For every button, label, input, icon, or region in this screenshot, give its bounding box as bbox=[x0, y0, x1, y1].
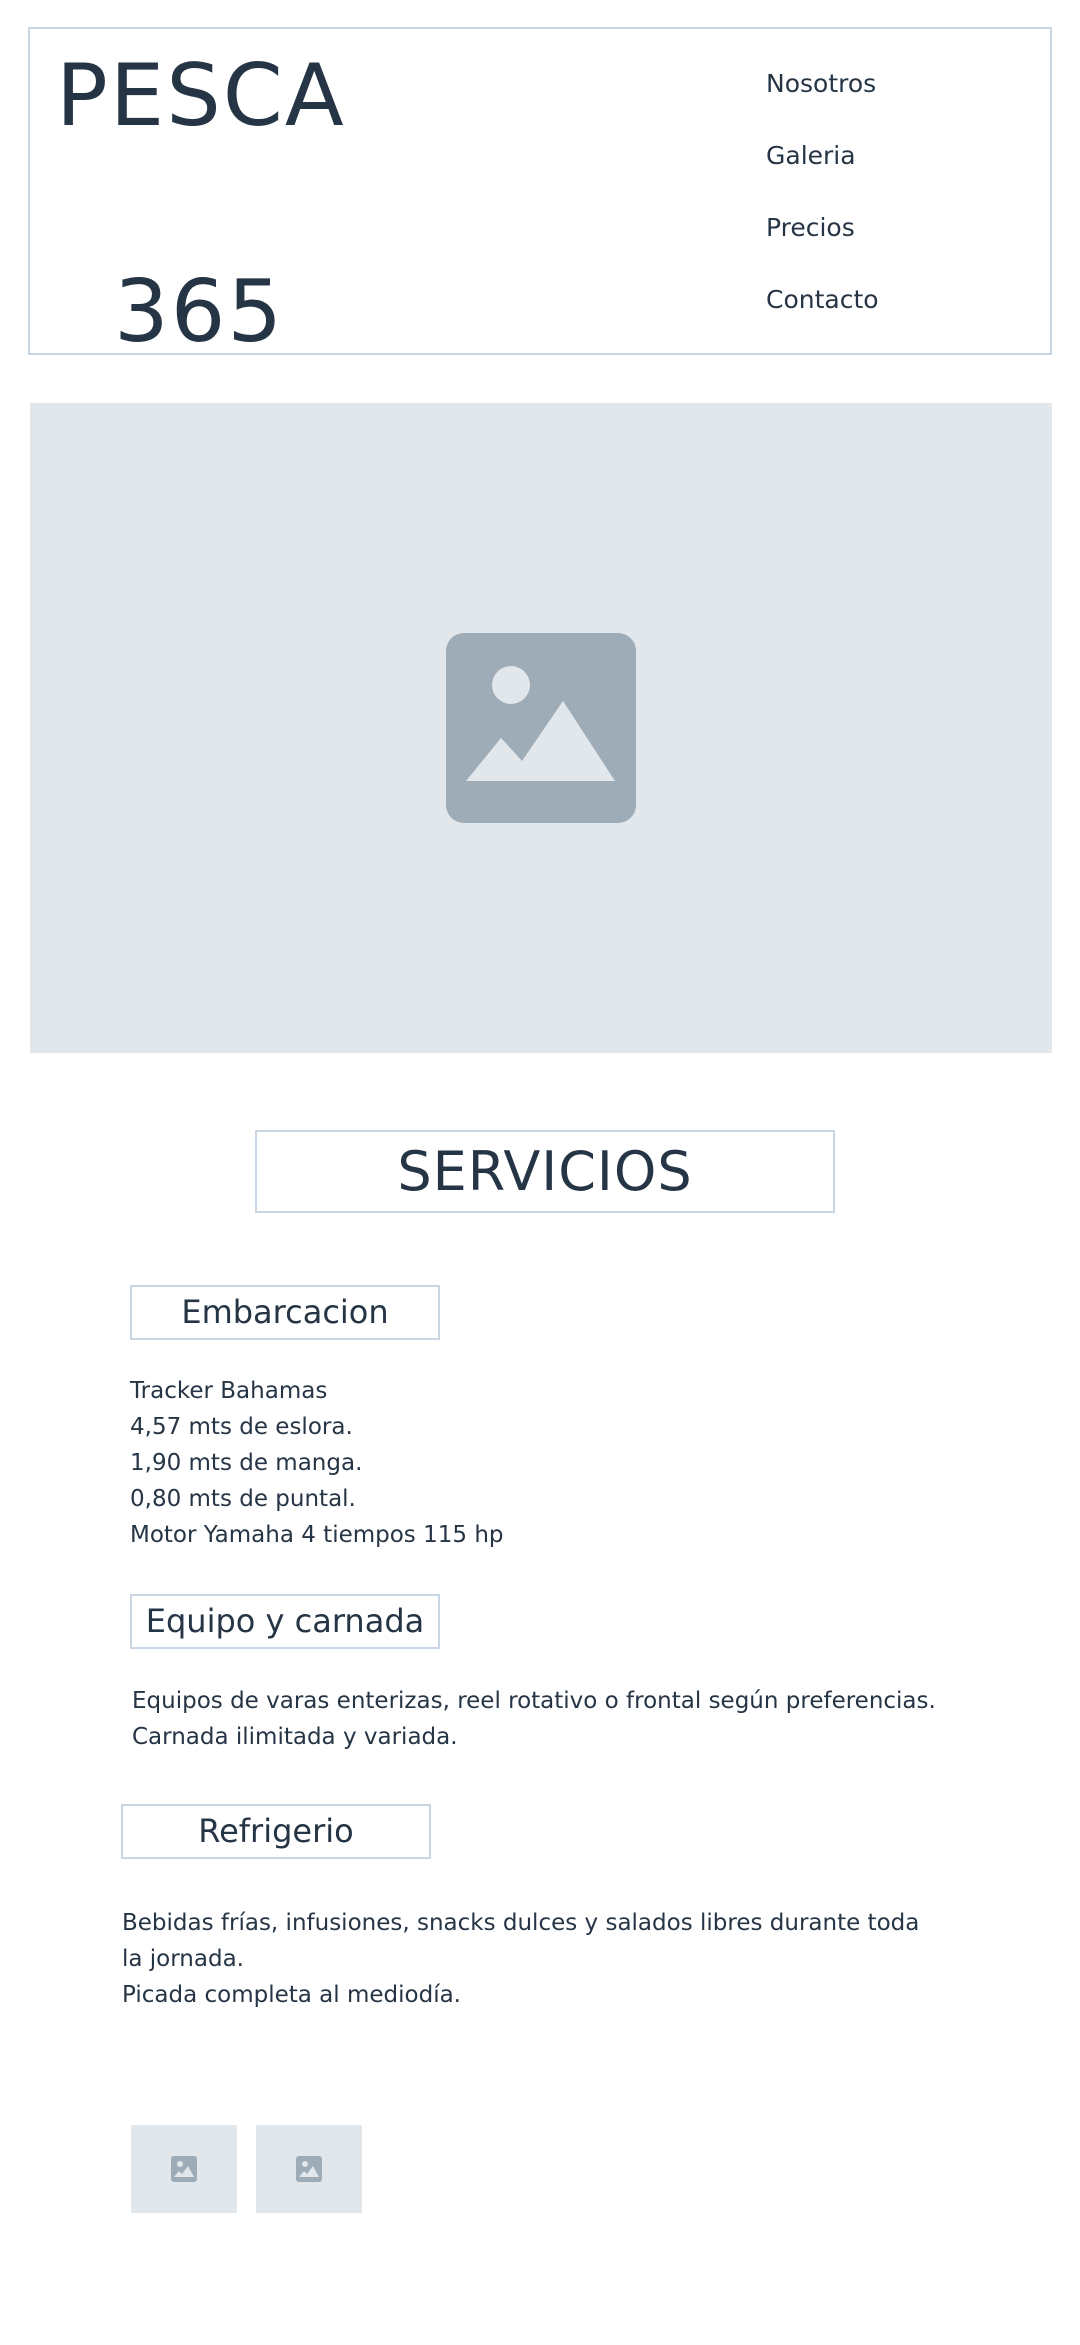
site-header: PESCA 365 Nosotros Galeria Precios Conta… bbox=[28, 27, 1052, 355]
refrigerio-heading: Refrigerio bbox=[121, 1804, 431, 1859]
logo-text-365[interactable]: 365 bbox=[114, 269, 284, 355]
image-placeholder-icon bbox=[296, 2156, 322, 2182]
equipo-description: Equipos de varas enterizas, reel rotativ… bbox=[132, 1683, 936, 1755]
equipo-heading: Equipo y carnada bbox=[130, 1594, 440, 1649]
image-placeholder-icon bbox=[171, 2156, 197, 2182]
embarcacion-line: 0,80 mts de puntal. bbox=[130, 1486, 356, 1512]
embarcacion-description: Tracker Bahamas 4,57 mts de eslora. 1,90… bbox=[130, 1373, 504, 1553]
embarcacion-heading: Embarcacion bbox=[130, 1285, 440, 1340]
equipo-line: Carnada ilimitada y variada. bbox=[132, 1724, 458, 1750]
gallery-thumbnail[interactable] bbox=[256, 2125, 362, 2213]
nav-link-nosotros[interactable]: Nosotros bbox=[766, 69, 1026, 141]
nav-link-precios[interactable]: Precios bbox=[766, 213, 1026, 285]
equipo-line: Equipos de varas enterizas, reel rotativ… bbox=[132, 1688, 936, 1714]
logo-text-pesca[interactable]: PESCA bbox=[56, 53, 346, 139]
hero-image-placeholder bbox=[30, 403, 1052, 1053]
nav-link-contacto[interactable]: Contacto bbox=[766, 285, 1026, 357]
refrigerio-line: la jornada. bbox=[122, 1946, 244, 1972]
nav-link-galeria[interactable]: Galeria bbox=[766, 141, 1026, 213]
refrigerio-description: Bebidas frías, infusiones, snacks dulces… bbox=[122, 1905, 919, 2013]
main-nav: Nosotros Galeria Precios Contacto bbox=[766, 69, 1026, 357]
refrigerio-line: Bebidas frías, infusiones, snacks dulces… bbox=[122, 1910, 920, 1936]
refrigerio-line: Picada completa al mediodía. bbox=[122, 1982, 461, 2008]
gallery-thumbnail[interactable] bbox=[131, 2125, 237, 2213]
embarcacion-line: Tracker Bahamas bbox=[130, 1378, 328, 1404]
image-placeholder-icon bbox=[446, 633, 636, 823]
servicios-title: SERVICIOS bbox=[255, 1130, 835, 1213]
embarcacion-line: 1,90 mts de manga. bbox=[130, 1450, 363, 1476]
embarcacion-line: Motor Yamaha 4 tiempos 115 hp bbox=[130, 1522, 504, 1548]
embarcacion-line: 4,57 mts de eslora. bbox=[130, 1414, 353, 1440]
